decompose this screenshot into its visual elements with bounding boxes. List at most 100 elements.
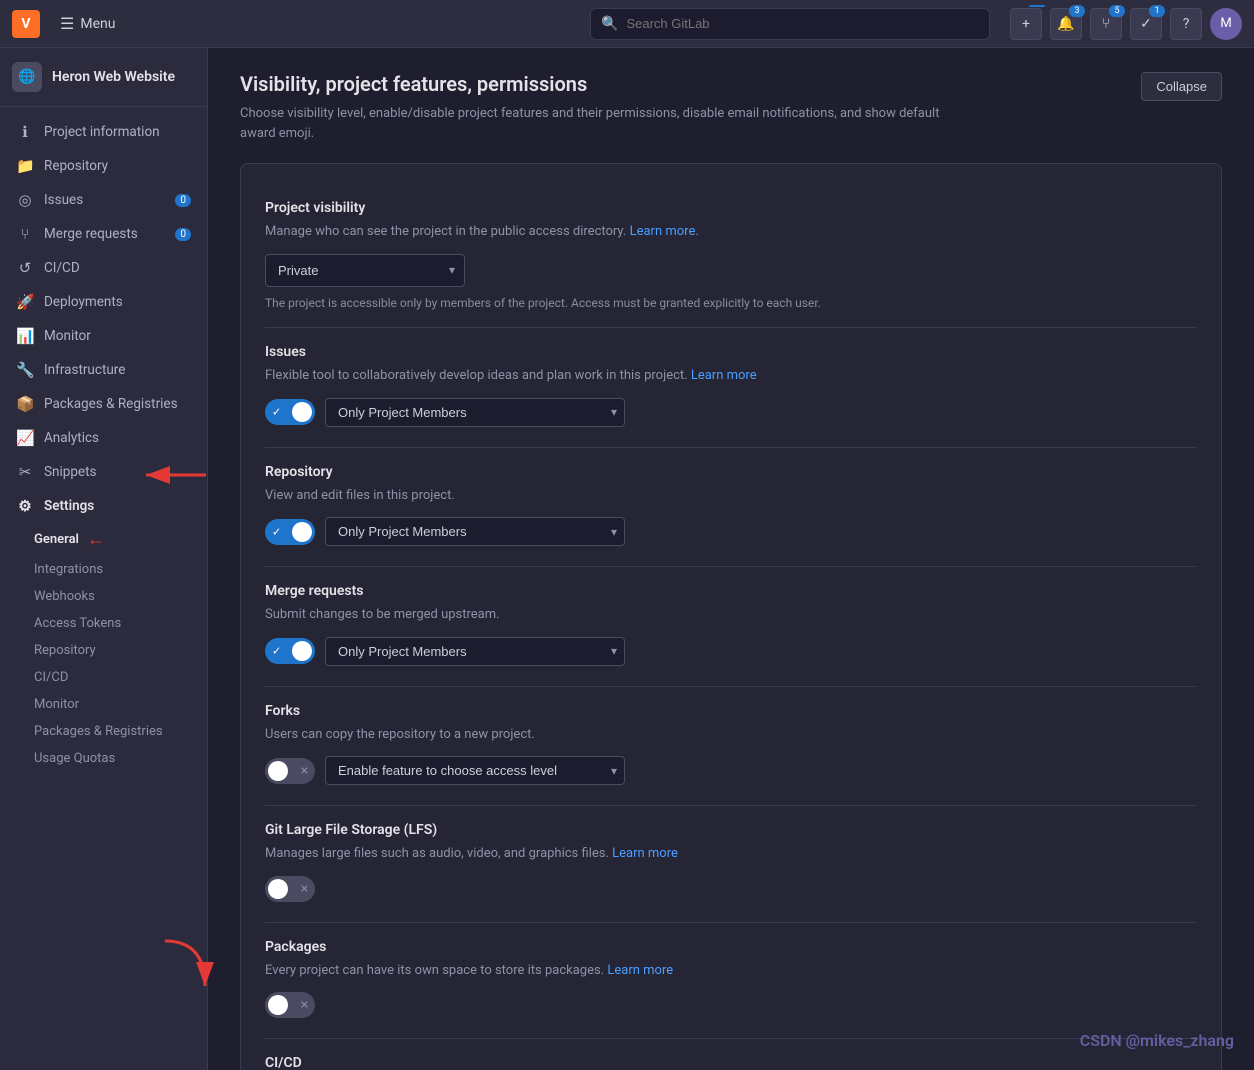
cicd-settings-label: CI/CD [34,670,68,685]
repository-dropdown[interactable]: Only Project Members Everyone With Acces… [325,517,625,546]
sidebar-item-snippets[interactable]: ✂ Snippets [0,455,207,489]
repository-dropdown-wrapper: Only Project Members Everyone With Acces… [325,517,625,546]
help-button[interactable]: ? [1170,8,1202,40]
issues-icon: ◎ [16,191,34,209]
sidebar-item-packages[interactable]: 📦 Packages & Registries [0,387,207,421]
visibility-desc-text: Manage who can see the project in the pu… [265,224,626,239]
bell-icon: 🔔 [1057,16,1074,32]
git-lfs-block: Git Large File Storage (LFS) Manages lar… [265,806,1197,923]
sidebar-item-settings[interactable]: ⚙ Settings [0,489,207,523]
notifications-button[interactable]: 🔔 3 [1050,8,1082,40]
topnav-actions: + 🔔 3 ⑂ 5 ✓ 1 ? M [1010,8,1242,40]
page-title: Visibility, project features, permission… [240,72,940,96]
project-name: Heron Web Website [52,69,175,85]
repository-desc: View and edit files in this project. [265,486,1197,506]
merge-requests-badge: 0 [175,228,191,241]
forks-toggle[interactable]: ✕ [265,758,315,784]
sidebar-label-repository: Repository [44,158,108,174]
sidebar: 🌐 Heron Web Website ℹ Project informatio… [0,48,208,1070]
repository-toggle-knob [292,522,312,542]
visibility-select-wrapper: Private Internal Public ▾ [265,254,465,287]
forks-dropdown-wrapper: Enable feature to choose access level On… [325,756,625,785]
sidebar-label-project-information: Project information [44,124,160,140]
sidebar-sub-cicd[interactable]: CI/CD [34,664,207,691]
merge-requests-block: Merge requests Submit changes to be merg… [265,567,1197,687]
sidebar-sub-access-tokens[interactable]: Access Tokens [34,610,207,637]
hamburger-icon: ☰ [60,14,74,33]
visibility-select[interactable]: Private Internal Public [265,254,465,287]
access-tokens-label: Access Tokens [34,616,121,631]
gitlab-logo[interactable]: V [12,10,40,38]
repository-toggle[interactable]: ✓ [265,519,315,545]
merge-requests-desc: Submit changes to be merged upstream. [265,605,1197,625]
todo-badge: 1 [1149,5,1165,17]
sidebar-item-issues[interactable]: ◎ Issues 0 [0,183,207,217]
merge-requests-title: Merge requests [265,583,1197,599]
add-badge [1029,5,1045,7]
sidebar-item-project-information[interactable]: ℹ Project information [0,115,207,149]
webhooks-label: Webhooks [34,589,95,604]
issues-desc: Flexible tool to collaboratively develop… [265,366,1197,386]
git-lfs-toggle-row: ✕ [265,876,1197,902]
plus-icon: + [1022,16,1030,32]
menu-button[interactable]: ☰ Menu [52,10,123,37]
merge-requests-dropdown[interactable]: Only Project Members Everyone With Acces… [325,637,625,666]
packages-learn-more[interactable]: Learn more [607,963,673,978]
issues-dropdown[interactable]: Only Project Members Everyone With Acces… [325,398,625,427]
analytics-icon: 📈 [16,429,34,447]
sidebar-label-monitor: Monitor [44,328,91,344]
git-lfs-title: Git Large File Storage (LFS) [265,822,1197,838]
merge-badge: 5 [1109,5,1125,17]
add-button[interactable]: + [1010,8,1042,40]
merge-requests-toggle[interactable]: ✓ [265,638,315,664]
notification-badge: 3 [1069,5,1085,17]
sidebar-sub-packages[interactable]: Packages & Registries [34,718,207,745]
sidebar-sub-general[interactable]: General ← [34,523,207,556]
collapse-button[interactable]: Collapse [1141,72,1222,101]
merge-icon: ⑂ [1102,16,1110,32]
git-lfs-learn-more[interactable]: Learn more [612,846,678,861]
packages-toggle[interactable]: ✕ [265,992,315,1018]
sidebar-label-deployments: Deployments [44,294,123,310]
sidebar-item-analytics[interactable]: 📈 Analytics [0,421,207,455]
search-bar[interactable]: 🔍 [590,8,990,40]
sidebar-item-deployments[interactable]: 🚀 Deployments [0,285,207,319]
user-avatar[interactable]: M [1210,8,1242,40]
project-header: 🌐 Heron Web Website [0,48,207,107]
issues-learn-more[interactable]: Learn more [691,368,757,383]
search-input[interactable] [626,16,979,31]
settings-subnav: General ← Integrations Webhooks Access T… [0,523,207,772]
forks-toggle-row: ✕ Enable feature to choose access level … [265,756,1197,785]
sidebar-label-settings: Settings [44,498,94,514]
search-icon: 🔍 [601,16,618,32]
git-lfs-toggle[interactable]: ✕ [265,876,315,902]
sidebar-item-infrastructure[interactable]: 🔧 Infrastructure [0,353,207,387]
section-header: Visibility, project features, permission… [240,72,1222,143]
merge-button[interactable]: ⑂ 5 [1090,8,1122,40]
folder-icon: 📁 [16,157,34,175]
packages-toggle-x: ✕ [300,999,309,1012]
todo-button[interactable]: ✓ 1 [1130,8,1162,40]
git-lfs-toggle-x: ✕ [300,882,309,895]
forks-dropdown[interactable]: Enable feature to choose access level On… [325,756,625,785]
packages-block: Packages Every project can have its own … [265,923,1197,1040]
sidebar-item-monitor[interactable]: 📊 Monitor [0,319,207,353]
sidebar-item-cicd[interactable]: ↺ CI/CD [0,251,207,285]
info-icon: ℹ [16,123,34,141]
sidebar-sub-integrations[interactable]: Integrations [34,556,207,583]
sidebar-sub-repository[interactable]: Repository [34,637,207,664]
settings-icon: ⚙ [16,497,34,515]
sidebar-item-repository[interactable]: 📁 Repository [0,149,207,183]
visibility-learn-more[interactable]: Learn more [630,224,696,239]
topnav: V ☰ Menu 🔍 + 🔔 3 ⑂ 5 ✓ 1 ? M [0,0,1254,48]
main-layout: 🌐 Heron Web Website ℹ Project informatio… [0,48,1254,1070]
sidebar-sub-monitor[interactable]: Monitor [34,691,207,718]
help-icon: ? [1183,16,1190,32]
todo-icon: ✓ [1140,16,1152,32]
issues-toggle-check: ✓ [272,406,281,419]
sidebar-sub-webhooks[interactable]: Webhooks [34,583,207,610]
sidebar-sub-usage-quotas[interactable]: Usage Quotas [34,745,207,772]
issues-toggle[interactable]: ✓ [265,399,315,425]
sidebar-item-merge-requests[interactable]: ⑂ Merge requests 0 [0,217,207,251]
packages-title: Packages [265,939,1197,955]
